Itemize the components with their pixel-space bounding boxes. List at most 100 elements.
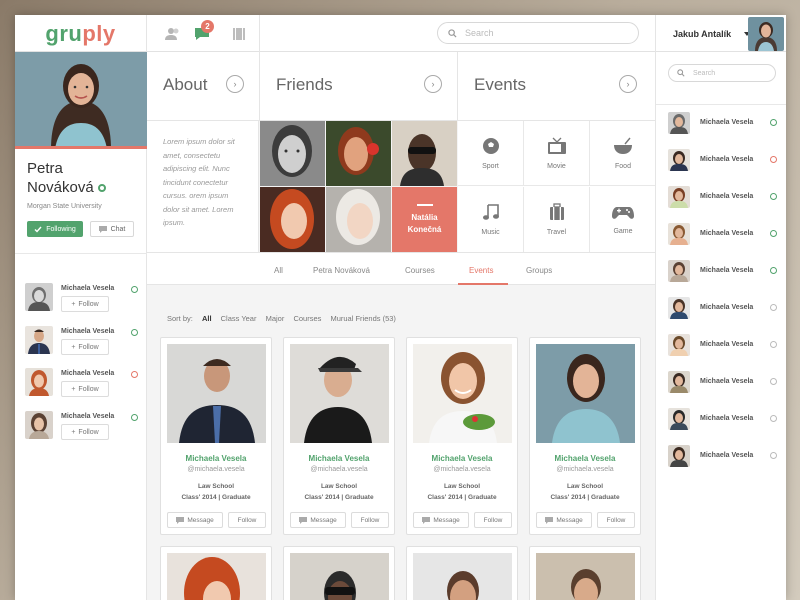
contact-name[interactable]: Michaela Vesela [700, 452, 753, 459]
chevron-right-icon[interactable]: › [226, 75, 244, 93]
sort-option-courses[interactable]: Courses [293, 314, 321, 323]
friend-name[interactable]: Michaela Vesela [61, 370, 114, 377]
event-food[interactable]: Food [590, 121, 656, 186]
avatar[interactable] [668, 186, 690, 208]
person-photo[interactable] [290, 553, 389, 600]
person-photo[interactable] [167, 344, 266, 443]
chat-button[interactable]: Chat [90, 221, 134, 237]
event-movie[interactable]: Movie [524, 121, 590, 186]
contact-name[interactable]: Michaela Vesela [700, 156, 753, 163]
friends-icon[interactable] [163, 24, 183, 44]
top-search-input[interactable]: Search [437, 22, 639, 44]
contact-row[interactable]: Michaela Vesela [668, 334, 780, 356]
message-button[interactable]: Message [167, 512, 223, 528]
event-sport[interactable]: Sport [458, 121, 524, 186]
message-button[interactable]: Message [290, 512, 346, 528]
events-panel-header[interactable]: Events › [458, 52, 655, 121]
sort-option-major[interactable]: Major [266, 314, 285, 323]
person-name[interactable]: Michaela Vesela [407, 454, 517, 463]
person-photo[interactable] [290, 344, 389, 443]
person-photo[interactable] [413, 344, 512, 443]
event-game[interactable]: Game [590, 187, 656, 252]
tab-petra-novakova[interactable]: Petra Nováková [313, 266, 370, 275]
user-menu[interactable]: Jakub Antalík [655, 15, 786, 52]
friend-photo[interactable] [326, 121, 391, 186]
sort-option-class-year[interactable]: Class Year [221, 314, 257, 323]
contact-name[interactable]: Michaela Vesela [700, 304, 753, 311]
avatar[interactable] [668, 149, 690, 171]
tab-groups[interactable]: Groups [526, 266, 552, 275]
avatar[interactable] [668, 371, 690, 393]
person-name[interactable]: Michaela Vesela [530, 454, 640, 463]
contact-name[interactable]: Michaela Vesela [700, 119, 753, 126]
following-button[interactable]: Following [27, 221, 83, 237]
avatar[interactable] [668, 297, 690, 319]
contact-row[interactable]: Michaela Vesela [668, 371, 780, 393]
avatar[interactable] [25, 283, 53, 311]
contact-name[interactable]: Michaela Vesela [700, 378, 753, 385]
contact-row[interactable]: Michaela Vesela [668, 260, 780, 282]
calendar-icon[interactable] [229, 24, 249, 44]
event-music[interactable]: Music [458, 187, 524, 252]
person-photo[interactable] [413, 553, 512, 600]
person-name[interactable]: Michaela Vesela [161, 454, 271, 463]
event-travel[interactable]: Travel [524, 187, 590, 252]
contact-row[interactable]: Michaela Vesela [668, 186, 780, 208]
chevron-right-icon[interactable]: › [424, 75, 442, 93]
avatar[interactable] [25, 411, 53, 439]
friend-name[interactable]: Michaela Vesela [61, 328, 114, 335]
sort-option-all[interactable]: All [202, 314, 212, 323]
follow-button[interactable]: + Follow [61, 424, 109, 440]
avatar[interactable] [25, 326, 53, 354]
avatar[interactable] [668, 112, 690, 134]
friend-name[interactable]: Michaela Vesela [61, 413, 114, 420]
follow-button[interactable]: + Follow [61, 296, 109, 312]
follow-button[interactable]: Follow [597, 512, 635, 528]
contact-name[interactable]: Michaela Vesela [700, 341, 753, 348]
follow-button[interactable]: + Follow [61, 339, 109, 355]
contact-row[interactable]: Michaela Vesela [668, 445, 780, 467]
avatar[interactable] [668, 260, 690, 282]
follow-button[interactable]: Follow [351, 512, 389, 528]
avatar[interactable] [668, 334, 690, 356]
avatar[interactable] [25, 368, 53, 396]
user-name: Jakub Antalík [673, 29, 732, 39]
avatar[interactable] [668, 223, 690, 245]
tab-courses[interactable]: Courses [405, 266, 435, 275]
friends-panel-header[interactable]: Friends › [260, 52, 458, 121]
person-photo[interactable] [536, 344, 635, 443]
friend-highlight[interactable]: Natália Konečná [392, 187, 457, 252]
contact-row[interactable]: Michaela Vesela [668, 297, 780, 319]
logo[interactable]: gruply [15, 15, 147, 52]
follow-button[interactable]: Follow [228, 512, 266, 528]
contact-name[interactable]: Michaela Vesela [700, 267, 753, 274]
tab-all[interactable]: All [274, 266, 283, 275]
contact-row[interactable]: Michaela Vesela [668, 223, 780, 245]
follow-button[interactable]: Follow [474, 512, 512, 528]
person-photo[interactable] [167, 553, 266, 600]
contact-row[interactable]: Michaela Vesela [668, 112, 780, 134]
contacts-search-input[interactable]: Search [668, 64, 776, 82]
avatar[interactable] [668, 408, 690, 430]
person-photo[interactable] [536, 553, 635, 600]
friend-photo[interactable] [326, 187, 391, 252]
contact-name[interactable]: Michaela Vesela [700, 415, 753, 422]
friend-photo[interactable] [392, 121, 457, 186]
avatar[interactable] [668, 445, 690, 467]
message-button[interactable]: Message [413, 512, 469, 528]
avatar[interactable] [748, 17, 784, 51]
follow-button[interactable]: + Follow [61, 381, 109, 397]
contact-name[interactable]: Michaela Vesela [700, 193, 753, 200]
friend-photo[interactable] [260, 121, 325, 186]
about-panel-header[interactable]: About › [147, 52, 260, 121]
tab-events[interactable]: Events [469, 266, 493, 275]
contact-name[interactable]: Michaela Vesela [700, 230, 753, 237]
chevron-right-icon[interactable]: › [619, 75, 637, 93]
contact-row[interactable]: Michaela Vesela [668, 408, 780, 430]
person-name[interactable]: Michaela Vesela [284, 454, 394, 463]
contact-row[interactable]: Michaela Vesela [668, 149, 780, 171]
friend-photo[interactable] [260, 187, 325, 252]
message-button[interactable]: Message [536, 512, 592, 528]
sort-option-mutual-friends[interactable]: Murual Friends (53) [330, 314, 395, 323]
friend-name[interactable]: Michaela Vesela [61, 285, 114, 292]
